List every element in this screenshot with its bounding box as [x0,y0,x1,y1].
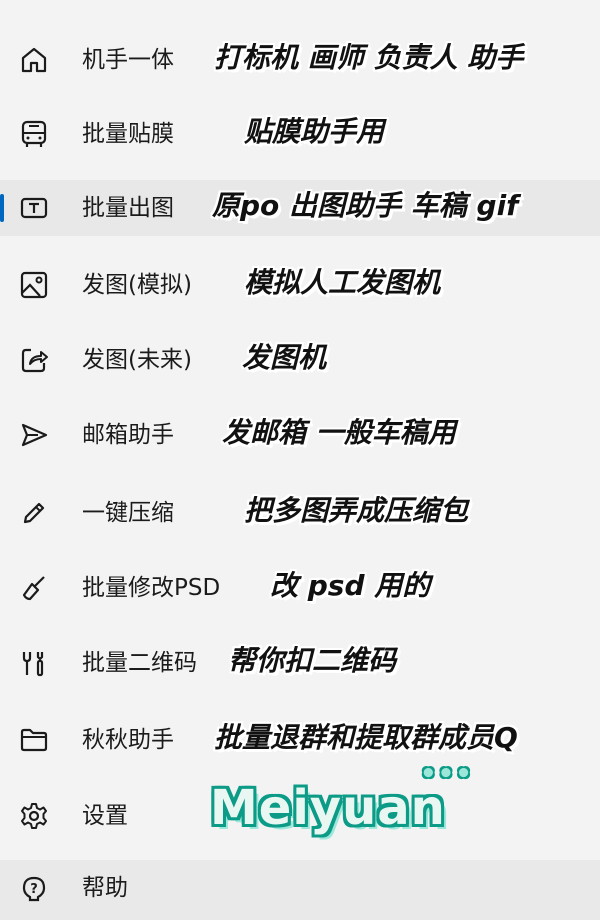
svg-text:?: ? [30,882,38,897]
nav-item-one-click-compress[interactable]: 一键压缩 把多图弄成压缩包 [0,481,600,545]
gear-icon [18,800,50,832]
home-icon [18,44,50,76]
nav-item-batch-film[interactable]: 批量贴膜 贴膜助手用 [0,102,600,166]
nav-item-batch-qrcode[interactable]: 批量二维码 帮你扣二维码 [0,631,600,695]
annotation-note: 把多图弄成压缩包 [244,494,469,527]
selection-indicator [0,194,4,222]
nav-item-label: 发图(模拟) [82,272,192,298]
annotation-note: 模拟人工发图机 [244,266,441,299]
nav-item-label: 批量修改PSD [82,575,221,601]
nav-item-label: 邮箱助手 [82,422,174,448]
annotation-note: 打标机 画师 负责人 助手 [214,41,524,74]
nav-item-mail-assistant[interactable]: 邮箱助手 发邮箱 一般车稿用 [0,403,600,467]
tools-icon [18,647,50,679]
annotation-note: 贴膜助手用 [244,115,385,148]
share-icon [18,344,50,376]
image-icon [18,269,50,301]
nav-item-qq-assistant[interactable]: 秋秋助手 批量退群和提取群成员Q [0,708,600,772]
annotation-note: 发邮箱 一般车稿用 [222,416,456,449]
navigation-menu: 机手一体 打标机 画师 负责人 助手 批量贴膜 贴膜助手用 批量出图 原po 出… [0,0,600,920]
folder-icon [18,724,50,756]
bus-icon [18,118,50,150]
annotation-note: 帮你扣二维码 [228,644,397,677]
watermark-logo: Meiyuan [210,780,446,836]
help-icon: ? [18,872,50,904]
nav-item-label: 一键压缩 [82,500,174,526]
nav-item-label: 设置 [82,803,128,829]
annotation-note: 发图机 [242,341,327,374]
nav-item-batch-export[interactable]: 批量出图 原po 出图助手 车稿 gif [0,176,600,240]
broom-icon [18,572,50,604]
nav-item-batch-edit-psd[interactable]: 批量修改PSD 改 psd 用的 [0,556,600,620]
nav-item-label: 帮助 [82,875,128,901]
nav-item-label: 批量贴膜 [82,121,174,147]
nav-item-label: 批量出图 [82,195,174,221]
pencil-icon [18,497,50,529]
annotation-note: 原po 出图助手 车稿 gif [212,189,519,222]
nav-item-label: 秋秋助手 [82,727,174,753]
send-icon [18,419,50,451]
nav-item-all-in-one[interactable]: 机手一体 打标机 画师 负责人 助手 [0,28,600,92]
nav-item-label: 机手一体 [82,47,174,73]
annotation-note: 改 psd 用的 [270,569,431,602]
annotation-note: 批量退群和提取群成员Q [214,721,518,754]
nav-item-send-future[interactable]: 发图(未来) 发图机 [0,328,600,392]
nav-item-help[interactable]: ? 帮助 [0,856,600,920]
text-box-icon [18,192,50,224]
nav-item-label: 批量二维码 [82,650,197,676]
nav-item-send-simulated[interactable]: 发图(模拟) 模拟人工发图机 [0,253,600,317]
nav-item-label: 发图(未来) [82,347,192,373]
